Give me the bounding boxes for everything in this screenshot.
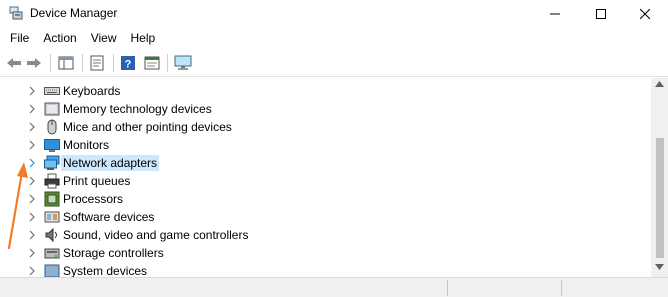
tree-item-sound-video-game[interactable]: Sound, video and game controllers: [0, 226, 651, 244]
software-device-icon: [44, 211, 60, 223]
window-title: Device Manager: [30, 6, 118, 20]
tree-item-label: Monitors: [63, 138, 110, 152]
chevron-right-icon[interactable]: [27, 266, 37, 276]
properties-button[interactable]: [88, 54, 106, 72]
toolbar: ?: [0, 49, 668, 77]
toolbar-separator: [50, 54, 51, 72]
tree-item-storage-controllers[interactable]: Storage controllers: [0, 244, 651, 262]
tree-item-label: Memory technology devices: [63, 102, 212, 116]
monitor-icon: [44, 139, 60, 152]
keyboard-icon: [44, 87, 60, 95]
mouse-icon: [47, 119, 57, 135]
toolbar-separator: [113, 54, 114, 72]
svg-text:?: ?: [125, 59, 132, 71]
system-device-icon: [44, 264, 60, 277]
tree-item-keyboards[interactable]: Keyboards: [0, 82, 651, 100]
scrollbar-thumb[interactable]: [656, 138, 664, 258]
toolbar-separator: [167, 54, 168, 72]
console-tree-icon: [58, 56, 74, 70]
menu-bar: File Action View Help: [0, 27, 668, 49]
tree-item-label: Sound, video and game controllers: [63, 228, 249, 242]
tree-item-print-queues[interactable]: Print queues: [0, 172, 651, 190]
chevron-right-icon[interactable]: [27, 212, 37, 222]
tree-item-label: Print queues: [63, 174, 131, 188]
help-button[interactable]: ?: [119, 54, 137, 72]
chevron-right-icon[interactable]: [27, 122, 37, 132]
window-pane-icon: [144, 56, 160, 70]
tree-item-software-devices[interactable]: Software devices: [0, 208, 651, 226]
scroll-down-arrow-icon[interactable]: [655, 264, 664, 270]
title-bar: Device Manager: [0, 0, 668, 27]
minimize-button[interactable]: [532, 0, 578, 27]
chevron-right-icon[interactable]: [27, 230, 37, 240]
close-button[interactable]: [622, 0, 668, 27]
tree-item-memory-technology-devices[interactable]: Memory technology devices: [0, 100, 651, 118]
toolbar-separator: [82, 54, 83, 72]
scroll-up-arrow-icon[interactable]: [655, 81, 664, 87]
close-icon: [640, 8, 650, 19]
memory-icon: [44, 102, 60, 116]
speaker-icon: [45, 227, 57, 243]
tree-item-label: Network adapters: [61, 155, 160, 171]
tree-item-label: Software devices: [63, 210, 155, 224]
network-adapter-icon: [44, 155, 60, 170]
tree-item-mice[interactable]: Mice and other pointing devices: [0, 118, 651, 136]
chevron-right-icon[interactable]: [27, 194, 37, 204]
back-button[interactable]: [5, 54, 23, 72]
chevron-right-icon[interactable]: [27, 104, 37, 114]
menu-view[interactable]: View: [84, 27, 124, 49]
vertical-scrollbar[interactable]: [651, 78, 668, 277]
chevron-right-icon[interactable]: [27, 86, 37, 96]
tree-item-processors[interactable]: Processors: [0, 190, 651, 208]
tree-item-network-adapters[interactable]: Network adapters: [0, 154, 651, 172]
device-tree: Keyboards Memory technology devices Mice…: [0, 78, 651, 277]
scan-monitor-icon: [174, 55, 192, 70]
chevron-right-icon[interactable]: [27, 248, 37, 258]
tree-item-label: Keyboards: [63, 84, 121, 98]
tree-item-monitors[interactable]: Monitors: [0, 136, 651, 154]
properties-icon: [90, 55, 104, 71]
device-manager-icon: [9, 6, 23, 20]
storage-controller-icon: [44, 248, 60, 259]
chevron-right-icon[interactable]: [27, 140, 37, 150]
help-icon: ?: [121, 56, 135, 71]
printer-icon: [44, 173, 60, 189]
tree-item-label: Storage controllers: [63, 246, 164, 260]
menu-help[interactable]: Help: [124, 27, 163, 49]
menu-action[interactable]: Action: [36, 27, 83, 49]
maximize-icon: [596, 8, 606, 19]
chevron-right-icon[interactable]: [27, 176, 37, 186]
update-driver-view-button[interactable]: [143, 54, 161, 72]
back-arrow-icon: [7, 58, 21, 68]
show-hide-console-tree-button[interactable]: [57, 54, 75, 72]
menu-file[interactable]: File: [0, 27, 36, 49]
minimize-icon: [550, 13, 560, 14]
forward-arrow-icon: [27, 58, 41, 68]
tree-item-system-devices[interactable]: System devices: [0, 262, 651, 277]
tree-item-label: Processors: [63, 192, 124, 206]
scan-hardware-button[interactable]: [174, 54, 192, 72]
forward-button[interactable]: [25, 54, 43, 72]
chevron-right-icon[interactable]: [27, 158, 37, 168]
tree-item-label: System devices: [63, 264, 148, 277]
maximize-button[interactable]: [578, 0, 624, 27]
tree-item-label: Mice and other pointing devices: [63, 120, 232, 134]
status-divider: [447, 280, 448, 296]
status-divider: [561, 280, 562, 296]
status-bar: [0, 277, 668, 297]
processor-icon: [44, 191, 60, 207]
